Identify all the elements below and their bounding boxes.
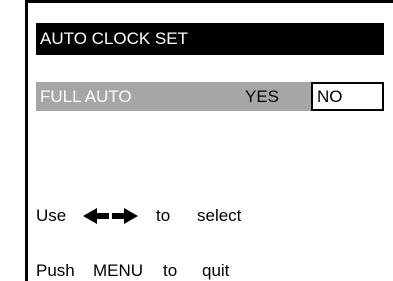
full-auto-setting-row[interactable]: FULL AUTO YES NO [36,82,384,111]
option-no[interactable]: NO [311,82,384,111]
arrow-left-icon [83,208,109,224]
hint-quit-to: to [163,261,178,280]
hint-menu-key: MENU [93,261,144,280]
osd-menu-screen: AUTO CLOCK SET FULL AUTO YES NO Use to s… [25,0,393,281]
hint-use-word: Use [36,206,67,225]
hint-use-to: to [156,206,171,225]
arrow-right-icon [112,208,138,224]
hint-use-action: select [197,206,242,225]
hint-push-word: Push [36,261,75,280]
hint-quit-action: quit [202,261,230,280]
menu-title: AUTO CLOCK SET [36,23,384,55]
option-yes[interactable]: YES [240,82,311,111]
setting-label: FULL AUTO [36,82,240,111]
